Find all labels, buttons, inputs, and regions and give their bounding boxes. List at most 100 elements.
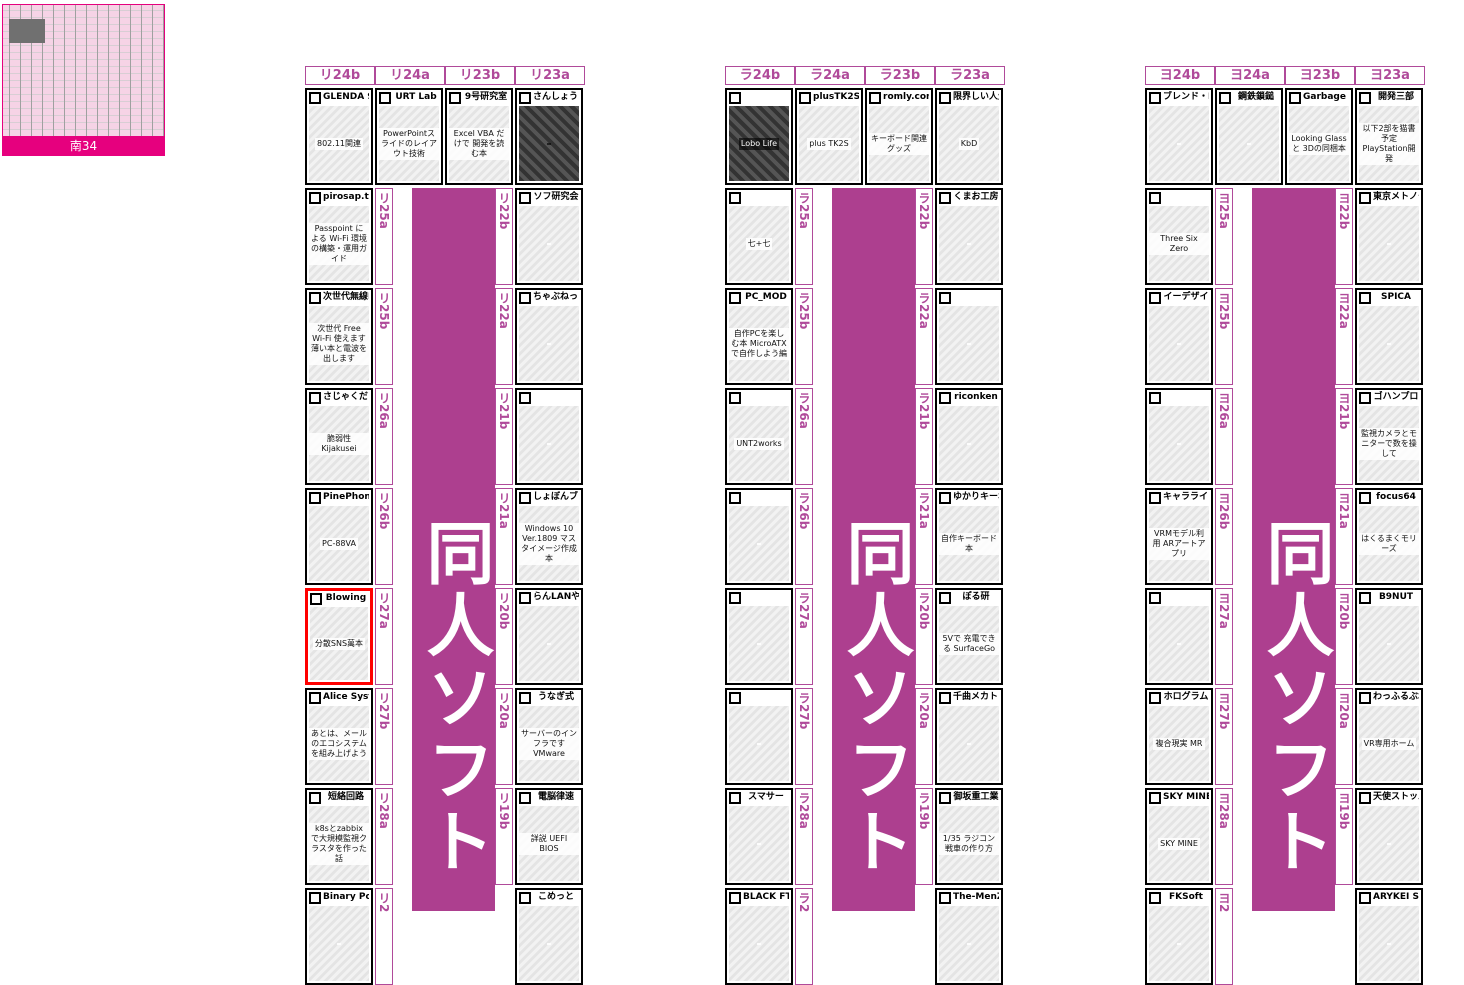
booth[interactable]: 千曲メカトロ研究会: [935, 688, 1003, 785]
booth-checkbox[interactable]: [1359, 892, 1371, 904]
booth[interactable]: The-MenZ: [935, 888, 1003, 985]
minimap[interactable]: 南34: [2, 4, 165, 156]
booth-checkbox[interactable]: [1359, 392, 1371, 404]
booth[interactable]: PC_MOD 自作PCを楽しむ本 MicroATX で自作しよう編: [725, 288, 793, 385]
booth[interactable]: こめっと: [515, 888, 583, 985]
booth-checkbox[interactable]: [519, 292, 531, 304]
booth[interactable]: ホログラム 複合現実 MR: [1145, 688, 1213, 785]
booth-checkbox[interactable]: [729, 392, 741, 404]
booth[interactable]: URT Lab PowerPointスライドのレイアウト技術: [375, 88, 443, 185]
booth-checkbox[interactable]: [1359, 492, 1371, 504]
booth[interactable]: 鋼鉄鎖鎚: [1215, 88, 1283, 185]
booth[interactable]: [725, 488, 793, 585]
booth-checkbox[interactable]: [939, 192, 951, 204]
booth-checkbox[interactable]: [939, 892, 951, 904]
booth-checkbox[interactable]: [519, 192, 531, 204]
booth-checkbox[interactable]: [519, 592, 531, 604]
booth[interactable]: ちゃぶねっと: [515, 288, 583, 385]
booth[interactable]: FKSoft: [1145, 888, 1213, 985]
booth-checkbox[interactable]: [309, 792, 321, 804]
booth-checkbox[interactable]: [939, 292, 951, 304]
booth-checkbox[interactable]: [379, 92, 391, 104]
booth[interactable]: ぽる研 5Vで 充電できる SurfaceGo: [935, 588, 1003, 685]
booth-checkbox[interactable]: [1359, 592, 1371, 604]
booth[interactable]: 電脳律速 詳説 UEFI BIOS: [515, 788, 583, 885]
booth-checkbox[interactable]: [799, 92, 811, 104]
booth-checkbox[interactable]: [1359, 792, 1371, 804]
booth[interactable]: [935, 288, 1003, 385]
booth-checkbox[interactable]: [309, 292, 321, 304]
booth-checkbox[interactable]: [309, 192, 321, 204]
booth-checkbox[interactable]: [309, 692, 321, 704]
booth[interactable]: pirosap.tech Passpoint による Wi-Fi 環境の構築・運用…: [305, 188, 373, 285]
booth[interactable]: ゆかりキーボードファクトリー自作キーボード本: [935, 488, 1003, 585]
booth-checkbox[interactable]: [519, 792, 531, 804]
booth[interactable]: [725, 688, 793, 785]
booth-checkbox[interactable]: [310, 593, 322, 605]
booth[interactable]: ソフ研究会: [515, 188, 583, 285]
booth-checkbox[interactable]: [729, 892, 741, 904]
booth[interactable]: [1145, 388, 1213, 485]
booth[interactable]: キャラライ！ VRMモデル利用 ARアートアプリ: [1145, 488, 1213, 585]
booth[interactable]: Three Six Zero: [1145, 188, 1213, 285]
booth-checkbox[interactable]: [869, 92, 881, 104]
booth-checkbox[interactable]: [1149, 792, 1161, 804]
booth[interactable]: ARYKEI STUDIO: [1355, 888, 1423, 985]
booth-checkbox[interactable]: [309, 392, 321, 404]
booth-checkbox[interactable]: [1359, 92, 1371, 104]
booth[interactable]: わっふるぶれっと VR専用ホーム: [1355, 688, 1423, 785]
booth[interactable]: 短絡回路 k8sとzabbixで大規模監視クラスタを作った話: [305, 788, 373, 885]
booth[interactable]: さんしょうさ: [515, 88, 583, 185]
booth-checkbox[interactable]: [939, 392, 951, 404]
booth[interactable]: UNT2works: [725, 388, 793, 485]
booth[interactable]: plusTK2S plus TK2S: [795, 88, 863, 185]
minimap-image[interactable]: [2, 4, 165, 137]
booth[interactable]: 御坂重工業 1/35 ラジコン戦車の作り方: [935, 788, 1003, 885]
booth[interactable]: BLACK FTZ: [725, 888, 793, 985]
booth[interactable]: Alice System あとは、メールのエコシステムを組み上げよう: [305, 688, 373, 785]
booth-checkbox[interactable]: [729, 292, 741, 304]
booth-checkbox[interactable]: [449, 92, 461, 104]
booth[interactable]: スマサー: [725, 788, 793, 885]
booth[interactable]: 次世代無線LAN準備会次世代 Free Wi-Fi 使えます 薄い本と電波を出し…: [305, 288, 373, 385]
booth[interactable]: さじゃくだい脆弱性 Kijakusei: [305, 388, 373, 485]
booth[interactable]: Lobo Life: [725, 88, 793, 185]
booth-checkbox[interactable]: [519, 492, 531, 504]
booth-checkbox[interactable]: [939, 692, 951, 704]
booth-checkbox[interactable]: [519, 892, 531, 904]
booth-checkbox[interactable]: [1149, 892, 1161, 904]
booth-checkbox[interactable]: [1149, 392, 1161, 404]
booth-checkbox[interactable]: [729, 192, 741, 204]
booth-checkbox[interactable]: [729, 492, 741, 504]
booth[interactable]: focus64 はくるまくモリーズ: [1355, 488, 1423, 585]
booth-checkbox[interactable]: [729, 592, 741, 604]
booth-checkbox[interactable]: [309, 492, 321, 504]
booth[interactable]: Binary Pot: [305, 888, 373, 985]
booth[interactable]: ゴハンプロ 監視カメラとモニターで数を操して: [1355, 388, 1423, 485]
booth[interactable]: B9NUT: [1355, 588, 1423, 685]
booth-checkbox[interactable]: [729, 792, 741, 804]
booth-checkbox[interactable]: [939, 592, 951, 604]
booth[interactable]: 開発三部 以下2部を猫書予定 PlayStation開発: [1355, 88, 1423, 185]
booth[interactable]: Garbage Collection Looking Glass と 3Dの同梱本: [1285, 88, 1353, 185]
booth-checkbox[interactable]: [1359, 292, 1371, 304]
booth-checkbox[interactable]: [1359, 192, 1371, 204]
booth-checkbox[interactable]: [309, 92, 321, 104]
booth-checkbox[interactable]: [1149, 292, 1161, 304]
booth[interactable]: SPICA: [1355, 288, 1423, 385]
booth[interactable]: [725, 588, 793, 685]
booth-checkbox[interactable]: [729, 692, 741, 704]
booth[interactable]: 限界しい人生 KbD: [935, 88, 1003, 185]
booth[interactable]: GLENDA 9 802.11関連: [305, 88, 373, 185]
booth-checkbox[interactable]: [309, 892, 321, 904]
booth-checkbox[interactable]: [1219, 92, 1231, 104]
booth-checkbox[interactable]: [519, 692, 531, 704]
booth-checkbox[interactable]: [1289, 92, 1301, 104]
booth[interactable]: らんLANや: [515, 588, 583, 685]
booth-checkbox[interactable]: [519, 92, 531, 104]
booth-checkbox[interactable]: [1359, 692, 1371, 704]
booth[interactable]: [515, 388, 583, 485]
booth[interactable]: SKY MINE SKY MINE: [1145, 788, 1213, 885]
booth[interactable]: romly.com キーボード関連グッズ: [865, 88, 933, 185]
booth-checkbox[interactable]: [1149, 592, 1161, 604]
